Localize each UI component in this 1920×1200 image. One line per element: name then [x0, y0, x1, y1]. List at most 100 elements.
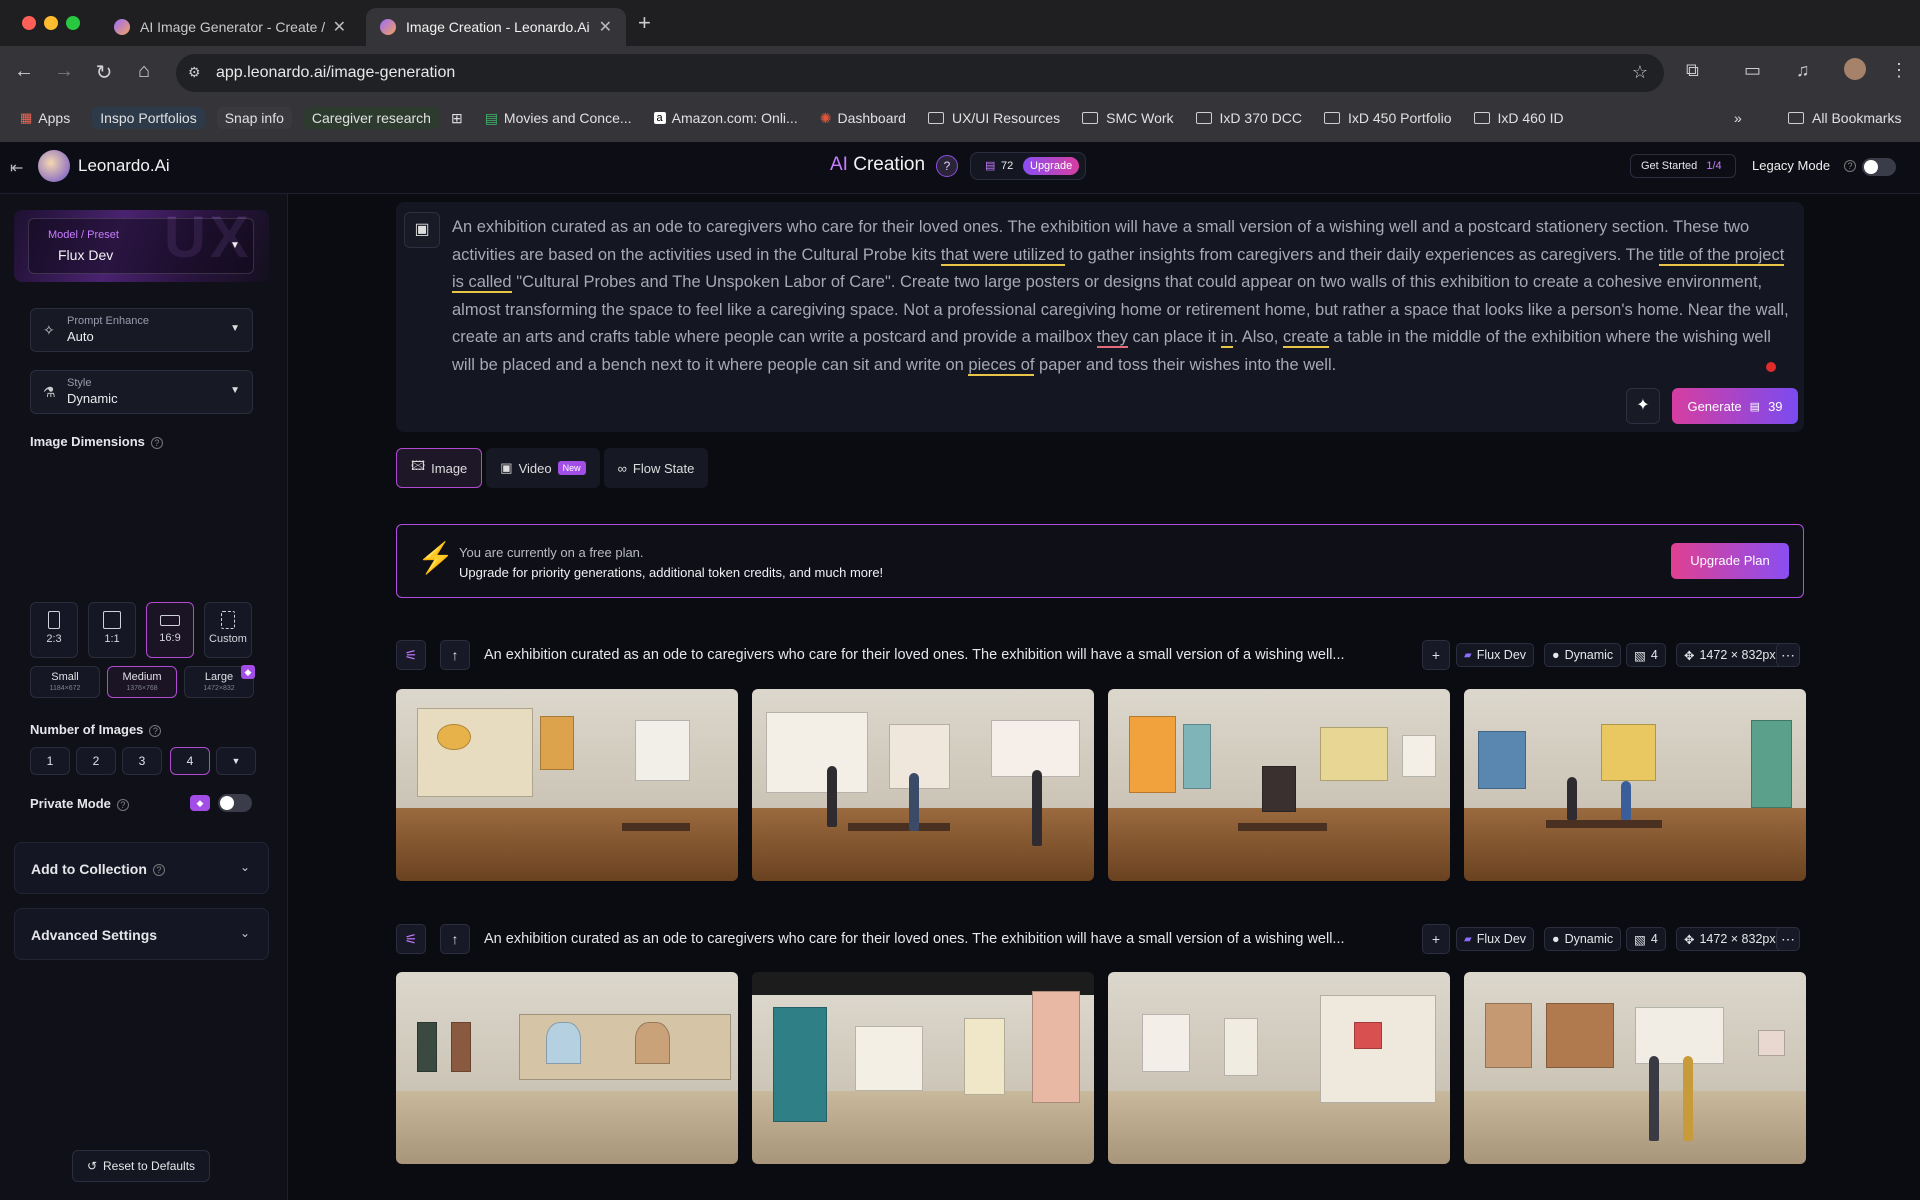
more-bookmarks-icon[interactable]: » [1734, 110, 1742, 126]
bookmark-ixd-450[interactable]: IxD 450 Portfolio [1324, 110, 1452, 126]
media-control-icon[interactable]: ♫ [1796, 60, 1810, 81]
browser-tab-2[interactable]: Image Creation - Leonardo.Ai ✕ [366, 8, 626, 46]
tab-video[interactable]: ▣ Video New [486, 448, 600, 488]
more-options-icon[interactable]: ⋯ [1776, 927, 1800, 951]
tab-groups-icon[interactable]: ⊞ [451, 110, 463, 127]
count-1-button[interactable]: 1 [30, 747, 70, 775]
advanced-settings-accordion[interactable]: Advanced Settings ⌄ [14, 908, 269, 960]
address-bar[interactable]: ⚙ app.leonardo.ai/image-generation ☆ [176, 54, 1664, 92]
generated-image[interactable] [396, 689, 738, 881]
generated-image[interactable] [396, 972, 738, 1164]
extensions-icon[interactable]: ⧉ [1686, 60, 1699, 81]
home-icon[interactable]: ⌂ [130, 60, 158, 83]
bookmark-caregiver-research[interactable]: Caregiver research [303, 107, 439, 129]
ratio-16-9-button[interactable]: 16:9 [146, 602, 194, 658]
style-select[interactable]: ⚗ Style Dynamic ▼ [30, 370, 253, 414]
info-icon[interactable]: ? [149, 724, 162, 737]
back-icon[interactable]: ← [10, 60, 38, 83]
bookmark-dashboard[interactable]: ✺ Dashboard [820, 110, 906, 127]
collapse-sidebar-icon[interactable]: ⇤ [10, 158, 23, 178]
browser-menu-icon[interactable]: ⋮ [1890, 60, 1908, 81]
move-icon: ✥ [1684, 648, 1695, 663]
grammar-indicator-icon[interactable] [1766, 362, 1776, 372]
more-options-icon[interactable]: ⋯ [1776, 643, 1800, 667]
generated-image[interactable] [1108, 972, 1450, 1164]
count-3-button[interactable]: 3 [122, 747, 162, 775]
token-balance[interactable]: ▤ 72 Upgrade [970, 152, 1086, 180]
private-mode-toggle[interactable] [218, 794, 252, 812]
flagged-text[interactable]: that were utilized [940, 245, 1065, 266]
sparkle-icon: ✧ [43, 322, 55, 338]
chevron-down-icon: ⌄ [239, 860, 250, 874]
minimize-window-button[interactable] [44, 16, 58, 30]
flagged-text[interactable]: in [1220, 328, 1234, 348]
generated-image[interactable] [752, 972, 1094, 1164]
generate-button[interactable]: Generate ▤ 39 [1672, 388, 1798, 424]
prompt-input[interactable]: An exhibition curated as an ode to careg… [452, 214, 1792, 379]
legacy-mode-toggle[interactable] [1862, 158, 1896, 176]
image-prompt-icon[interactable]: ▣ [404, 212, 440, 248]
reuse-prompt-icon[interactable]: ↑ [440, 640, 470, 670]
site-settings-icon[interactable]: ⚙ [188, 64, 201, 81]
new-badge: New [557, 461, 586, 475]
size-medium-button[interactable]: Medium 1376×768 [107, 666, 177, 698]
premium-gem-icon: ◆ [241, 665, 255, 679]
info-icon[interactable]: ? [116, 798, 129, 811]
prompt-enhance-select[interactable]: ✧ Prompt Enhance Auto ▼ [30, 308, 253, 352]
add-prompt-icon[interactable]: + [1422, 924, 1450, 954]
upgrade-plan-button[interactable]: Upgrade Plan [1671, 543, 1789, 579]
ratio-1-1-button[interactable]: 1:1 [88, 602, 136, 658]
cast-icon[interactable]: ▭ [1744, 60, 1761, 81]
forward-icon[interactable]: → [50, 60, 78, 83]
model-preset-card[interactable]: UX Model / Preset Flux Dev ▼ [14, 210, 269, 282]
bookmark-amazon[interactable]: a Amazon.com: Onli... [653, 110, 798, 126]
maximize-window-button[interactable] [66, 16, 80, 30]
tab-flow-state[interactable]: ∞ Flow State [603, 448, 709, 488]
help-icon[interactable]: ? [936, 155, 958, 177]
flagged-text[interactable]: pieces of [968, 355, 1035, 376]
size-small-button[interactable]: Small 1184×672 [30, 666, 100, 698]
close-tab-icon[interactable]: ✕ [333, 17, 346, 37]
reset-defaults-button[interactable]: ↺ Reset to Defaults [72, 1150, 210, 1182]
ratio-2-3-button[interactable]: 2:3 [30, 602, 78, 658]
bookmark-star-icon[interactable]: ☆ [1632, 62, 1648, 83]
bookmark-apps[interactable]: ▦ Apps [20, 110, 70, 126]
size-large-button[interactable]: Large 1472×832 ◆ [184, 665, 255, 698]
add-prompt-icon[interactable]: + [1422, 640, 1450, 670]
flagged-text[interactable]: create [1282, 328, 1329, 348]
browser-tab-1[interactable]: AI Image Generator - Create / ✕ [100, 8, 360, 46]
reload-icon[interactable]: ↻ [90, 60, 118, 85]
close-window-button[interactable] [22, 16, 36, 30]
tab-image[interactable]: 🖾 Image [396, 448, 483, 488]
bookmark-inspo-portfolios[interactable]: Inspo Portfolios [92, 107, 205, 129]
bookmark-uxui-resources[interactable]: UX/UI Resources [927, 110, 1060, 126]
generated-image[interactable] [752, 689, 1094, 881]
generated-image[interactable] [1108, 689, 1450, 881]
ratio-custom-button[interactable]: Custom [204, 602, 252, 658]
get-started-button[interactable]: Get Started 1/4 [1630, 154, 1736, 178]
bookmark-ixd-370[interactable]: IxD 370 DCC [1195, 110, 1302, 126]
all-bookmarks[interactable]: All Bookmarks [1788, 110, 1901, 126]
new-tab-button[interactable]: + [638, 10, 651, 36]
reuse-prompt-icon[interactable]: ↑ [440, 924, 470, 954]
count-more-button[interactable]: ▼ [216, 747, 256, 775]
legacy-info-icon[interactable]: ? [1844, 160, 1856, 172]
close-tab-icon[interactable]: ✕ [599, 17, 612, 37]
flagged-text[interactable]: they [1096, 328, 1128, 348]
info-icon[interactable]: ? [152, 864, 165, 877]
add-to-collection-accordion[interactable]: Add to Collection? ⌄ [14, 842, 269, 894]
profile-avatar[interactable] [1844, 58, 1866, 80]
prompt-magic-icon[interactable]: ✦ [1626, 388, 1660, 424]
bookmark-movies[interactable]: ▤ Movies and Conce... [485, 110, 632, 127]
upgrade-pill-button[interactable]: Upgrade [1023, 157, 1080, 175]
count-2-button[interactable]: 2 [76, 747, 116, 775]
generated-image[interactable] [1464, 689, 1806, 881]
magic-wand-icon[interactable]: ⚟ [396, 640, 426, 670]
bookmark-ixd-460[interactable]: IxD 460 ID [1473, 110, 1564, 126]
magic-wand-icon[interactable]: ⚟ [396, 924, 426, 954]
bookmark-smc-work[interactable]: SMC Work [1082, 110, 1174, 126]
bookmark-snap-info[interactable]: Snap info [216, 107, 292, 129]
info-icon[interactable]: ? [150, 436, 163, 449]
generated-image[interactable] [1464, 972, 1806, 1164]
count-4-button[interactable]: 4 [170, 747, 210, 775]
